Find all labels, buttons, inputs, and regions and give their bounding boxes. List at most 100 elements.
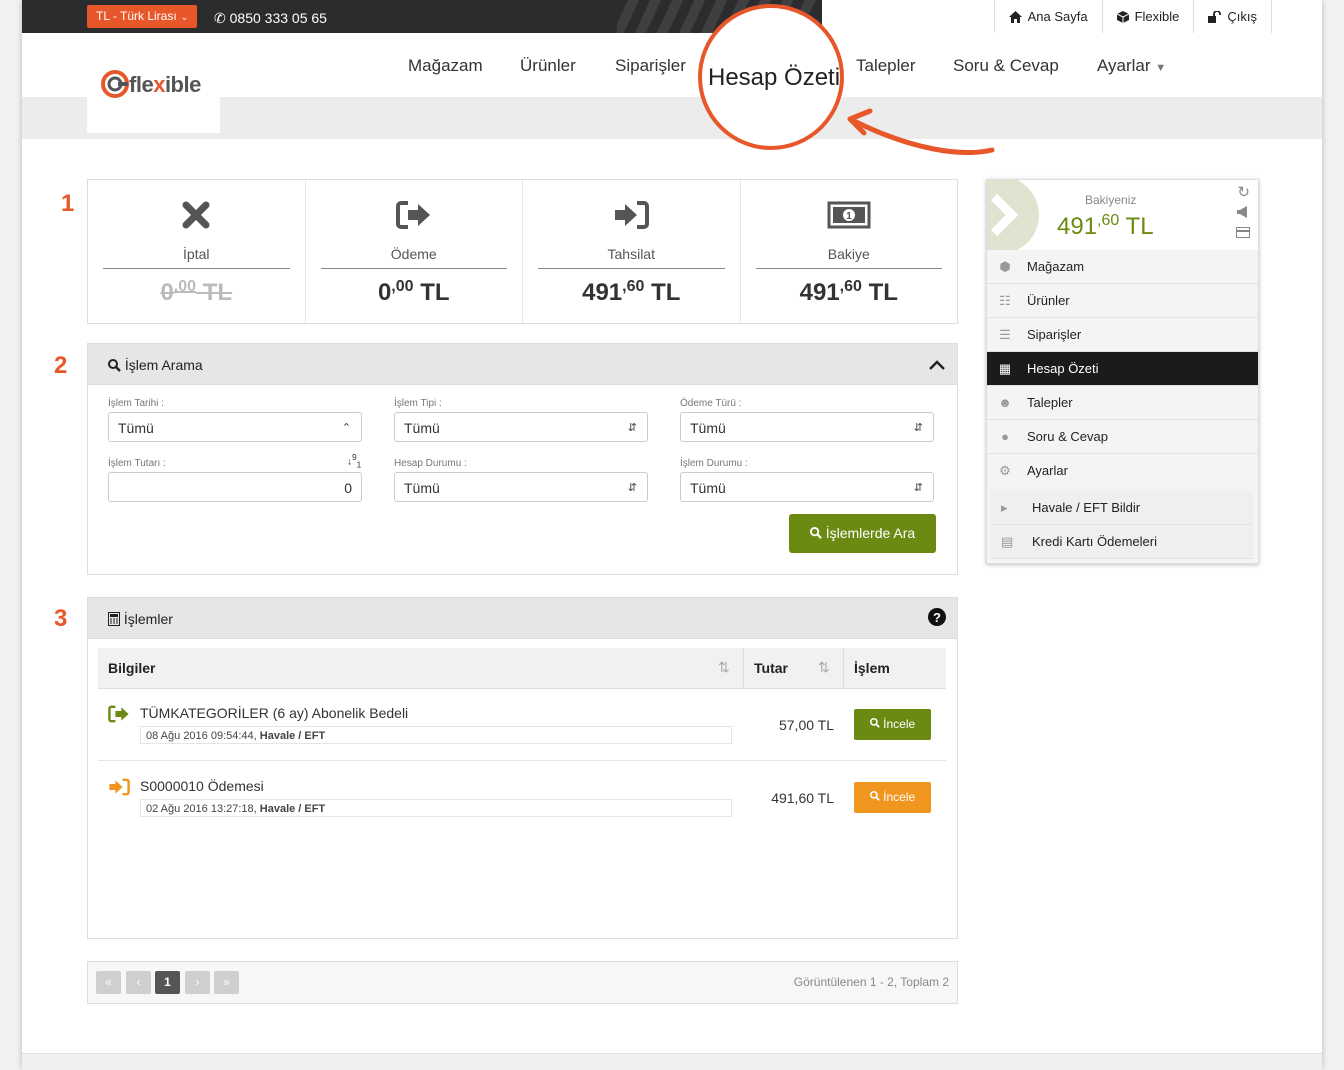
filter-islem-tutari-input[interactable]: 0 [108,472,362,502]
updown-icon: ⌃ [341,422,351,434]
search-panel-header[interactable]: İşlem Arama [88,344,957,385]
sign-out-icon [108,705,129,723]
top-link-logout[interactable]: Çıkış [1193,0,1272,33]
credit-card-icon[interactable] [1236,227,1250,238]
summary-cancel-value: 0,00 TL [160,278,233,306]
chevron-down-icon: ⌄ [180,12,189,22]
search-transactions-button[interactable]: İşlemlerde Ara [789,514,936,553]
search-icon [809,527,822,539]
summary-collection: Tahsilat 491,60 TL [523,180,741,323]
balance-box: Bakiyeniz 491,60 TL ↻ [987,180,1258,250]
sort-icon[interactable]: ⇅ [818,659,830,676]
search-icon [869,718,880,728]
calculator-icon: ▦ [998,361,1012,376]
unlock-icon [1208,10,1222,23]
page-prev-button[interactable]: ‹ [126,971,151,994]
search-panel: İşlem Arama İşlem Tarihi : Tümü ⌃ İşlem T… [87,343,958,575]
filter-islem-tarihi[interactable]: Tümü ⌃ [108,412,362,442]
bullhorn-icon: ▸ [1001,500,1008,515]
page: TL - Türk Lirası ⌄ ✆ 0850 333 05 65 Ana S… [22,0,1322,1070]
search-icon [108,359,121,372]
currency-dropdown[interactable]: TL - Türk Lirası ⌄ [87,5,198,28]
updown-icon: ⇵ [913,482,923,494]
balance-label: Bakiyeniz [1085,193,1137,207]
updown-icon: ⇵ [627,482,637,494]
phone-number: ✆ 0850 333 05 65 [214,10,327,26]
users-icon: ☻ [998,395,1012,410]
filter-hesap-durumu[interactable]: Tümü ⇵ [394,472,648,502]
sidebar-item-hesap-ozeti[interactable]: ▦ Hesap Özeti [987,352,1258,386]
money-icon: 1 [827,201,871,229]
footer-line [22,1053,1322,1070]
bullhorn-icon[interactable] [1236,206,1250,218]
refresh-icon[interactable]: ↻ [1237,183,1250,201]
filter-islem-tipi[interactable]: Tümü ⇵ [394,412,648,442]
page-info: Görüntülenen 1 - 2, Toplam 2 [793,975,949,989]
sidebar-item-ayarlar[interactable]: ⚙ Ayarlar [987,454,1258,487]
calculator-icon [108,612,120,626]
chevron-right-icon [990,193,1019,237]
top-link-home[interactable]: Ana Sayfa [993,0,1102,33]
svg-text:1: 1 [846,211,852,222]
nav-siparisler[interactable]: Siparişler [615,56,686,76]
sign-out-icon [395,201,430,229]
nav-hesap-ozeti[interactable]: Hesap Özeti [708,64,840,92]
step-number-2: 2 [54,352,68,379]
summary-balance: 1 Bakiye 491,60 TL [741,180,958,323]
summary-boxes: İptal 0,00 TL Ödeme 0,00 TL Tahsilat 491… [87,179,958,324]
page-current-button[interactable]: 1 [155,971,180,994]
top-bar: TL - Türk Lirası ⌄ ✆ 0850 333 05 65 Ana S… [22,0,1322,33]
page-next-button[interactable]: › [185,971,210,994]
sidebar-item-soru-cevap[interactable]: ● Soru & Cevap [987,420,1258,454]
sidebar-item-talepler[interactable]: ☻ Talepler [987,386,1258,420]
barcode-icon: ☷ [999,293,1011,308]
sidebar: Bakiyeniz 491,60 TL ↻ ⬢ Mağazam ☷ Ürünler … [986,179,1259,564]
sort-icon[interactable]: ⇅ [718,659,730,676]
updown-icon: ⇵ [627,422,637,434]
sidebar-subitem-kredi-karti[interactable]: ▤ Kredi Kartı Ödemeleri [991,525,1253,559]
filter-islem-durumu[interactable]: Tümü ⇵ [680,472,934,502]
top-link-flexible[interactable]: Flexible [1101,0,1194,33]
home-icon [1008,10,1022,23]
question-circle-icon[interactable]: ? [928,608,946,626]
cube-icon: ⬢ [999,259,1011,274]
top-links: Ana Sayfa Flexible Çıkış [993,0,1272,33]
table-row: TÜMKATEGORİLER (6 ay) Abonelik Bedeli 08… [98,688,946,761]
svg-text:?: ? [933,610,941,625]
logo-mark-icon [101,70,129,98]
balance-value: 491,60 TL [1057,212,1154,240]
page-first-button[interactable]: « [96,971,121,994]
column-islem: İşlem [854,660,890,676]
pagination: « ‹ 1 › » Görüntülenen 1 - 2, Toplam 2 [87,961,958,1004]
phone-icon: ✆ [214,10,226,26]
comment-icon: ● [1001,429,1009,444]
chevron-up-icon[interactable] [929,360,945,370]
summary-balance-value: 491,60 TL [799,278,898,306]
nav-ayarlar[interactable]: Ayarlar ▼ [1097,56,1166,76]
sidebar-subitem-havale[interactable]: ▸ Havale / EFT Bildir [991,491,1253,525]
nav-urunler[interactable]: Ürünler [520,56,576,76]
inspect-button[interactable]: İncele [854,782,931,813]
page-last-button[interactable]: » [214,971,239,994]
sidebar-item-siparisler[interactable]: ☰ Siparişler [987,318,1258,352]
column-bilgiler[interactable]: Bilgiler [108,660,155,676]
highlight-circle: Hesap Özeti [698,4,844,150]
caret-down-icon: ▼ [1155,62,1167,74]
table-header: Bilgiler ⇅ Tutar ⇅ İşlem [98,648,946,689]
summary-cancel: İptal 0,00 TL [88,180,306,323]
transactions-panel: İşlemler ? Bilgiler ⇅ Tutar ⇅ İşlem TÜMK… [87,597,958,939]
step-number-3: 3 [54,605,68,632]
sidebar-item-urunler[interactable]: ☷ Ürünler [987,284,1258,318]
transactions-panel-header: İşlemler ? [88,598,957,639]
nav-talepler[interactable]: Talepler [856,56,916,76]
column-tutar[interactable]: Tutar [754,660,788,676]
nav-magazam[interactable]: Mağazam [408,56,483,76]
gears-icon: ⚙ [999,463,1011,478]
sidebar-item-magazam[interactable]: ⬢ Mağazam [987,250,1258,284]
nav-soru-cevap[interactable]: Soru & Cevap [953,56,1059,76]
filter-odeme-turu[interactable]: Tümü ⇵ [680,412,934,442]
logo[interactable]: flexible [87,47,220,133]
inspect-button[interactable]: İncele [854,709,931,740]
updown-icon: ⇵ [913,422,923,434]
sign-in-icon [615,201,650,229]
